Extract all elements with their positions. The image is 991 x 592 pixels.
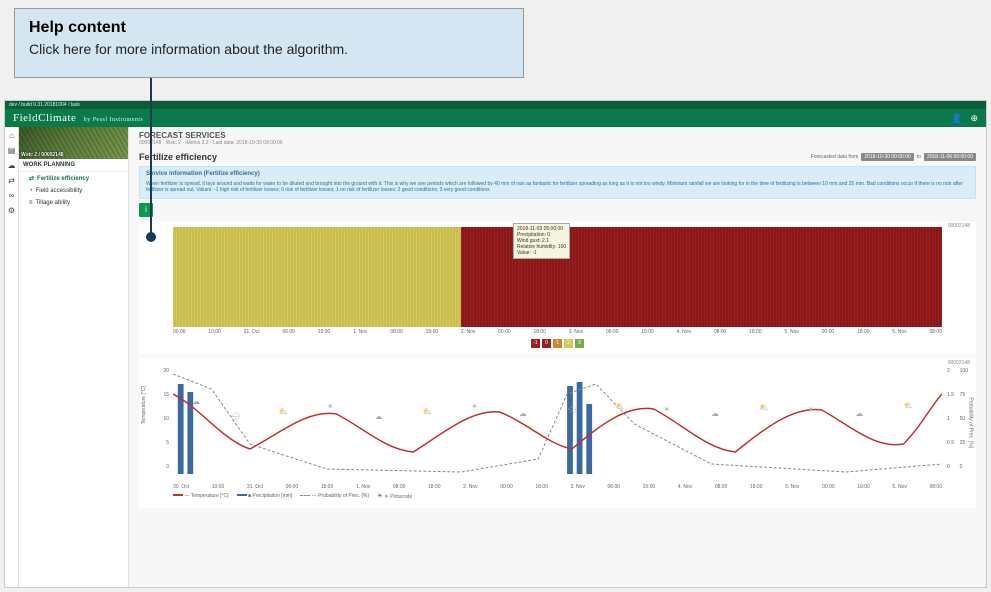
legend-chip-0: 0	[542, 339, 551, 348]
svg-text:☁: ☁	[855, 409, 863, 418]
service-sub: 00002148 · Wstc 2 · iMetos 3.3 · Last da…	[139, 140, 976, 146]
brand: FieldClimate by Pessl Instruments	[13, 112, 143, 124]
sidebar-item-tillage[interactable]: ≡ Tillage ability	[19, 197, 128, 209]
sidebar-item-label: Field accessibility	[36, 188, 83, 194]
callout-connector	[150, 78, 152, 234]
line-chart-area[interactable]: 20151050 21.510.50 1007550250 Temperatur…	[143, 364, 972, 484]
svg-text:☁: ☁	[192, 397, 200, 406]
range-to: 2018-11-06 00:00:00	[924, 153, 976, 161]
icon-rail: ⌂ ▤ ☁ ⇄ ∞ ⚙	[5, 127, 19, 587]
page-head: FORECAST SERVICES 00002148 · Wstc 2 · iM…	[139, 131, 976, 146]
bar-xaxis: 00:0010:0031. Oct06:0015:001. Nov08:0018…	[143, 327, 972, 335]
sidebar-item-label: Fertilize efficiency	[37, 176, 89, 182]
page-title-row: Fertilize efficiency Forecasted data fro…	[139, 152, 976, 162]
ylabel-right: Probability of Prec. [%]	[968, 397, 974, 448]
sidebar-section: WORK PLANNING	[19, 159, 128, 172]
help-callout: Help content Click here for more informa…	[14, 8, 524, 78]
svg-text:⛅: ⛅	[279, 407, 289, 416]
legend-precip: ■ Precipitation [mm]	[248, 493, 292, 499]
line-legend: — Temperature [°C] ■ Precipitation [mm] …	[143, 490, 972, 502]
efficiency-chart: 00002148 2018-11-03 05:00:00 Precipitati…	[139, 221, 976, 354]
station-label: Wstc 2 / 00002148	[21, 152, 64, 158]
svg-text:⛅: ⛅	[759, 403, 769, 412]
legend-picto: ☀ Pictocode	[384, 494, 412, 500]
help-callout-body: Click here for more information about th…	[29, 41, 509, 57]
legend-chip-3: 3	[575, 339, 584, 348]
svg-text:⛅: ⛅	[615, 402, 625, 411]
sidebar: Wstc 2 / 00002148 WORK PLANNING ⇄ Fertil…	[19, 127, 129, 587]
range-to-label: to	[917, 154, 921, 160]
header-icons: 👤 ⊕	[951, 113, 978, 124]
efficiency-legend: -1 0 1 2 3	[143, 339, 972, 348]
svg-text:☁: ☁	[519, 409, 527, 418]
info-box: Service information (Fertilize efficienc…	[139, 166, 976, 199]
svg-text:☀: ☀	[807, 405, 814, 414]
svg-text:☁: ☁	[375, 412, 383, 421]
field-icon: ◔	[29, 188, 33, 194]
rail-gear-icon[interactable]: ⚙	[8, 206, 15, 215]
legend-temp: — Temperature [°C]	[184, 493, 228, 499]
weather-chart: 00002148 20151050 21.510.50 1007550250 T…	[139, 358, 976, 508]
brand-main: FieldClimate	[13, 112, 76, 124]
breadcrumb: dev / build 0.31.20181004 / task	[5, 101, 986, 109]
rail-link-icon[interactable]: ∞	[9, 191, 15, 200]
line-chart-svg: ☁ 🌧 ⛅ ☀ ☁ ⛅ ☀ ☁ 🌧 ⛅ ☀ ☁ ⛅ ☀ ☁ ⛅	[173, 364, 942, 484]
ylabel-left: Temperature [°C]	[141, 386, 147, 424]
chart-tooltip: 2018-11-03 05:00:00 Precipitation: 0 Win…	[513, 223, 570, 259]
body-row: ⌂ ▤ ☁ ⇄ ∞ ⚙ Wstc 2 / 00002148 WORK PLANN…	[5, 127, 986, 587]
fertilize-icon: ⇄	[29, 175, 34, 182]
legend-prob: --- Probability of Prec. [%]	[312, 493, 369, 499]
rail-cloud-icon[interactable]: ☁	[8, 161, 16, 170]
tillage-icon: ≡	[29, 200, 33, 206]
svg-text:⛅: ⛅	[904, 401, 914, 410]
info-body: When fertilizer is spread, it lays aroun…	[146, 181, 969, 194]
range-prefix: Forecasted data from	[811, 154, 859, 160]
main: FORECAST SERVICES 00002148 · Wstc 2 · iM…	[129, 127, 986, 587]
legend-chip-1: 1	[553, 339, 562, 348]
rail-chart-icon[interactable]: ▤	[8, 146, 16, 155]
sidebar-item-label: Tillage ability	[36, 200, 70, 206]
svg-text:⛅: ⛅	[423, 407, 433, 416]
bar-segment-good	[173, 227, 461, 327]
svg-text:🌧: 🌧	[567, 404, 577, 414]
service-name: FORECAST SERVICES	[139, 131, 976, 140]
svg-text:☀: ☀	[327, 402, 334, 411]
title-bar: FieldClimate by Pessl Instruments 👤 ⊕	[5, 109, 986, 127]
forecast-range: Forecasted data from 2018-10-30 00:00:00…	[811, 153, 976, 161]
callout-dot	[146, 232, 156, 242]
yaxis-left: 20151050	[151, 368, 169, 470]
legend-chip-m1: -1	[531, 339, 540, 348]
user-icon[interactable]: 👤	[951, 113, 962, 124]
yaxis-right1: 21.510.50	[947, 368, 954, 470]
sidebar-item-field[interactable]: ◔ Field accessibility	[19, 185, 128, 197]
station-image[interactable]: Wstc 2 / 00002148	[19, 127, 128, 159]
legend-chip-2: 2	[564, 339, 573, 348]
sidebar-item-fertilize[interactable]: ⇄ Fertilize efficiency	[19, 172, 128, 185]
range-from: 2018-10-30 00:00:00	[861, 153, 913, 161]
rail-home-icon[interactable]: ⌂	[9, 131, 14, 140]
svg-text:🌧: 🌧	[231, 411, 241, 421]
help-callout-title: Help content	[29, 19, 509, 37]
info-title: Service information (Fertilize efficienc…	[146, 171, 969, 179]
svg-text:☁: ☁	[711, 409, 719, 418]
rail-work-icon[interactable]: ⇄	[8, 176, 15, 185]
svg-text:☀: ☀	[471, 402, 478, 411]
brand-sub: by Pessl Instruments	[84, 117, 144, 123]
globe-icon[interactable]: ⊕	[970, 113, 978, 124]
svg-text:☀: ☀	[663, 405, 670, 414]
bar-chart-area[interactable]: 2018-11-03 05:00:00 Precipitation: 0 Win…	[143, 227, 972, 327]
